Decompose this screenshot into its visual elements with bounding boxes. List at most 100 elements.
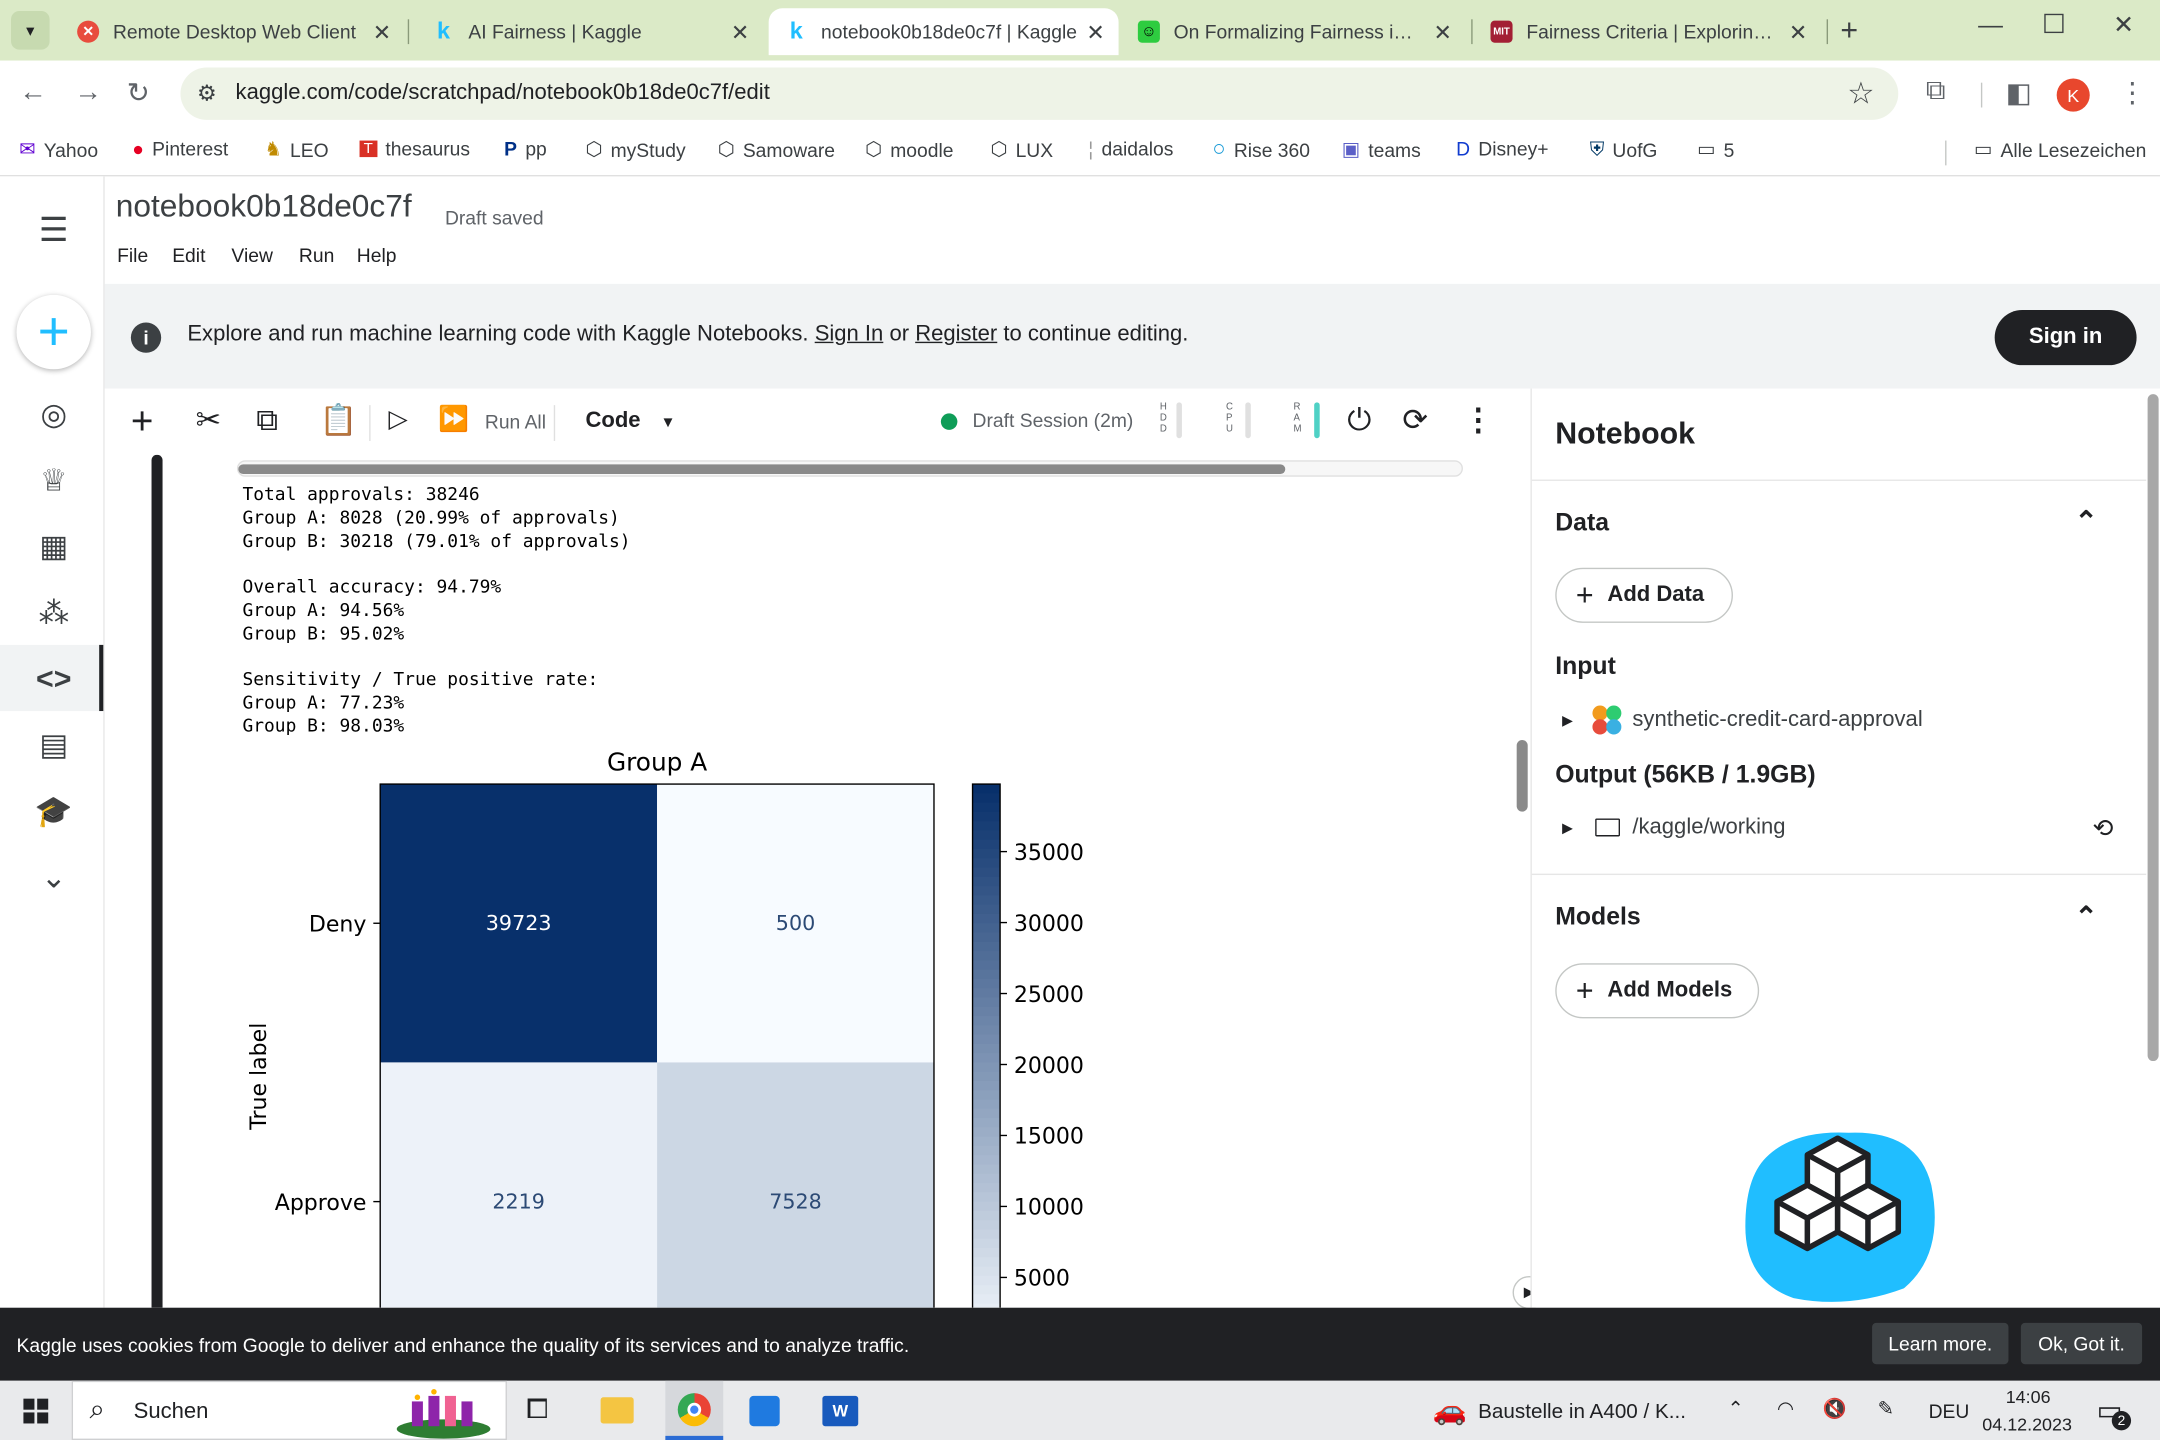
more-options-icon[interactable]: ⋮ — [1463, 402, 1493, 438]
bookmark-disney[interactable]: D Disney+ — [1456, 138, 1548, 160]
hamburger-menu-icon[interactable]: ☰ — [33, 209, 74, 250]
code-icon[interactable]: <> — [33, 659, 74, 700]
menu-run[interactable]: Run — [299, 244, 334, 266]
file-explorer-icon[interactable] — [600, 1397, 634, 1424]
store-icon[interactable] — [749, 1395, 780, 1427]
menu-view[interactable]: View — [231, 244, 272, 266]
speaker-muted-icon[interactable]: 🔇 — [1822, 1397, 1846, 1420]
side-panel-scrollbar[interactable] — [2147, 394, 2159, 1062]
run-all-button[interactable]: Run All — [485, 411, 546, 433]
extensions-icon[interactable]: ⧉ — [1926, 76, 1946, 108]
models-icon[interactable]: ⁂ — [33, 593, 74, 634]
close-tab-icon[interactable]: ✕ — [1789, 19, 1807, 47]
learn-more-button[interactable]: Learn more. — [1872, 1322, 2009, 1365]
tab-remote-desktop[interactable]: ✕ Remote Desktop Web Client ✕ — [61, 8, 405, 55]
input-dataset-item[interactable]: synthetic-credit-card-approval — [1632, 708, 1922, 733]
close-tab-icon[interactable]: ✕ — [373, 19, 391, 47]
output-folder-item[interactable]: /kaggle/working — [1632, 816, 1785, 841]
create-button[interactable]: + — [16, 294, 91, 370]
clock-time[interactable]: 14:06 — [2006, 1386, 2051, 1407]
chrome-taskbar-icon[interactable] — [665, 1380, 724, 1440]
bookmark-uofg[interactable]: ⛨ UofG — [1590, 138, 1658, 161]
word-icon[interactable]: W — [822, 1395, 859, 1427]
table-icon[interactable]: ▦ — [33, 526, 74, 567]
side-panel-icon[interactable]: ◧ — [2006, 76, 2032, 110]
copy-icon[interactable]: ⧉ — [256, 402, 278, 438]
add-cell-icon[interactable]: + — [131, 400, 154, 444]
cell-type-select[interactable]: Code ▼ — [585, 409, 675, 434]
models-section-header[interactable]: Models — [1555, 903, 1640, 932]
tab-ai-fairness[interactable]: k AI Fairness | Kaggle ✕ — [416, 8, 763, 55]
address-bar[interactable]: ⚙ kaggle.com/code/scratchpad/notebook0b1… — [180, 67, 1899, 120]
horizontal-scrollbar[interactable] — [236, 460, 1463, 477]
windows-start-icon[interactable] — [23, 1398, 49, 1424]
data-section-header[interactable]: Data — [1555, 508, 1609, 537]
trophy-icon[interactable]: ♕ — [33, 460, 74, 501]
tab-notebook[interactable]: k notebook0b18de0c7f | Kaggle ✕ — [768, 8, 1119, 56]
chevron-up-icon[interactable]: ⌃ — [2075, 504, 2098, 538]
profile-avatar[interactable]: K — [2056, 78, 2090, 112]
pen-icon[interactable]: ✎ — [1878, 1397, 1894, 1420]
menu-help[interactable]: Help — [357, 244, 397, 266]
session-status[interactable]: Draft Session (2m) — [973, 409, 1134, 431]
bookmark-samoware[interactable]: ⬡ Samoware — [718, 138, 835, 161]
tab-fairness-criteria[interactable]: MIT Fairness Criteria | Exploring Fair ✕ — [1474, 8, 1821, 55]
minimize-icon[interactable]: — — [1978, 11, 2003, 40]
paste-icon[interactable]: 📋 — [320, 402, 358, 438]
close-tab-icon[interactable]: ✕ — [1433, 19, 1451, 47]
compass-icon[interactable]: ◎ — [33, 394, 74, 435]
bookmark-moodle[interactable]: ⬡ moodle — [865, 138, 953, 161]
forward-icon[interactable]: → — [74, 77, 102, 109]
notebook-title[interactable]: notebook0b18de0c7f — [116, 187, 412, 224]
register-link[interactable]: Register — [915, 322, 997, 345]
bookmark-folder-5[interactable]: ▭ 5 — [1697, 138, 1734, 161]
all-bookmarks[interactable]: ▭ Alle Lesezeichen — [1974, 138, 2146, 161]
bookmark-mystudy[interactable]: ⬡ myStudy — [585, 138, 685, 161]
bookmark-leo[interactable]: ♞ LEO — [264, 138, 328, 161]
language-indicator[interactable]: DEU — [1929, 1400, 1970, 1422]
ok-got-it-button[interactable]: Ok, Got it. — [2020, 1322, 2143, 1365]
new-tab-icon[interactable]: + — [1840, 12, 1858, 48]
chevron-down-icon[interactable]: ⌄ — [33, 857, 74, 898]
expand-arrow-icon[interactable]: ▶ — [1562, 821, 1573, 836]
site-settings-icon[interactable]: ⚙ — [197, 80, 217, 108]
task-view-icon[interactable]: ⧠ — [526, 1395, 548, 1427]
tab-formalizing-fairness[interactable]: ☺ On Formalizing Fairness in Prec ✕ — [1121, 8, 1465, 55]
add-data-button[interactable]: + Add Data — [1555, 567, 1733, 623]
traffic-notification[interactable]: Baustelle in A400 / K... — [1478, 1400, 1686, 1423]
browser-menu-icon[interactable]: ⋮ — [2119, 76, 2147, 110]
bookmark-thesaurus[interactable]: Tthesaurus — [359, 138, 470, 160]
bookmark-pp[interactable]: Ppp — [504, 138, 547, 160]
traffic-alert-icon[interactable]: 🚗 — [1433, 1393, 1467, 1427]
bookmark-star-icon[interactable]: ☆ — [1847, 76, 1874, 112]
bookmark-daidalos[interactable]: ¦ daidalos — [1088, 138, 1173, 160]
chevron-up-icon[interactable]: ⌃ — [2075, 900, 2098, 934]
sign-in-button[interactable]: Sign in — [1994, 310, 2137, 366]
restart-icon[interactable]: ⟳ — [1402, 402, 1427, 438]
close-window-icon[interactable]: ✕ — [2113, 11, 2134, 40]
add-models-button[interactable]: + Add Models — [1555, 963, 1760, 1019]
refresh-icon[interactable]: ⟲ — [2092, 814, 2113, 843]
tab-search-dropdown[interactable]: ▾ — [11, 11, 50, 50]
restore-icon[interactable] — [2044, 13, 2064, 34]
close-tab-icon[interactable]: ✕ — [1086, 19, 1104, 47]
bookmark-teams[interactable]: ▣ teams — [1342, 138, 1421, 161]
power-icon[interactable]: ⏻ — [1347, 402, 1371, 438]
learn-icon[interactable]: 🎓 — [33, 791, 74, 832]
menu-file[interactable]: File — [117, 244, 148, 266]
menu-edit[interactable]: Edit — [172, 244, 205, 266]
discussion-icon[interactable]: ▤ — [33, 725, 74, 766]
run-all-icon[interactable]: ⏩ — [438, 405, 469, 434]
bookmark-yahoo[interactable]: ✉ Yahoo — [19, 138, 98, 161]
notebook-vertical-scrollbar[interactable] — [1516, 739, 1528, 812]
chevron-up-icon[interactable]: ⌃ — [1727, 1397, 1743, 1420]
close-tab-icon[interactable]: ✕ — [731, 19, 749, 47]
expand-arrow-icon[interactable]: ▶ — [1562, 714, 1573, 729]
sign-in-link[interactable]: Sign In — [815, 322, 884, 345]
clock-date[interactable]: 04.12.2023 — [1982, 1414, 2072, 1435]
taskbar-search[interactable]: ⌕ Suchen — [71, 1380, 507, 1440]
wifi-icon[interactable]: ◠ — [1777, 1397, 1794, 1420]
reload-icon[interactable]: ↻ — [127, 76, 150, 110]
run-cell-icon[interactable]: ▷ — [388, 405, 407, 434]
bookmark-pinterest[interactable]: ● Pinterest — [132, 138, 228, 160]
